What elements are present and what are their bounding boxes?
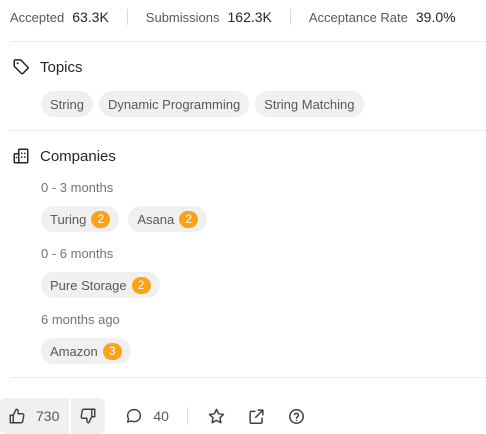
company-chip[interactable]: Turing 2: [41, 206, 120, 232]
acceptance-stat: Acceptance Rate 39.0%: [309, 9, 456, 25]
submissions-stat: Submissions 162.3K: [146, 9, 272, 25]
company-chip[interactable]: Amazon 3: [41, 338, 131, 364]
comments-button[interactable]: 40: [125, 407, 169, 425]
company-name: Amazon: [50, 343, 98, 359]
comment-count: 40: [153, 408, 169, 424]
action-bar: 730 40: [0, 398, 486, 434]
companies-header[interactable]: Companies: [12, 147, 116, 165]
topic-chip[interactable]: String: [41, 91, 93, 117]
tag-icon: [12, 58, 30, 76]
footer-divider: [186, 407, 188, 425]
vote-group: 730: [0, 398, 106, 434]
company-name: Pure Storage: [50, 277, 127, 293]
company-period-label: 0 - 3 months: [41, 180, 114, 195]
favorite-button[interactable]: [202, 401, 232, 431]
company-count-badge: 3: [102, 342, 122, 360]
accepted-stat: Accepted 63.3K: [10, 9, 109, 25]
star-icon: [207, 407, 226, 426]
thumbs-up-icon: [8, 407, 26, 425]
stat-divider: [126, 9, 128, 25]
submissions-value: 162.3K: [227, 9, 272, 25]
share-icon: [247, 407, 266, 426]
company-period-label: 6 months ago: [41, 312, 120, 327]
company-name: Asana: [137, 211, 175, 227]
topic-chip[interactable]: Dynamic Programming: [98, 91, 250, 117]
like-button[interactable]: 730: [0, 398, 70, 434]
company-chip[interactable]: Pure Storage 2: [41, 272, 160, 298]
topics-header[interactable]: Topics: [12, 58, 83, 76]
thumbs-down-icon: [79, 407, 97, 425]
building-icon: [12, 147, 30, 165]
accepted-label: Accepted: [10, 9, 65, 25]
share-button[interactable]: [242, 401, 272, 431]
like-count: 730: [36, 408, 60, 424]
help-button[interactable]: [282, 401, 312, 431]
accepted-value: 63.3K: [72, 9, 109, 25]
company-list: Turing 2 Asana 2: [41, 206, 208, 232]
section-divider: [10, 41, 486, 42]
section-divider: [10, 130, 486, 131]
company-list: Amazon 3: [41, 338, 131, 364]
company-list: Pure Storage 2: [41, 272, 160, 298]
topic-chip[interactable]: String Matching: [255, 91, 364, 117]
stat-divider: [289, 9, 291, 25]
section-divider: [10, 377, 486, 378]
companies-title: Companies: [40, 147, 116, 165]
help-icon: [287, 407, 306, 426]
submissions-label: Submissions: [145, 9, 220, 25]
company-count-badge: 2: [131, 276, 151, 294]
stats-bar: Accepted 63.3K Submissions 162.3K Accept…: [0, 0, 486, 34]
topics-title: Topics: [40, 58, 83, 76]
acceptance-label: Acceptance Rate: [308, 9, 408, 25]
company-count-badge: 2: [179, 210, 199, 228]
company-name: Turing: [50, 211, 87, 227]
acceptance-value: 39.0%: [415, 9, 456, 25]
company-period-label: 0 - 6 months: [41, 246, 114, 261]
company-count-badge: 2: [91, 210, 111, 228]
dislike-button[interactable]: [71, 398, 106, 434]
comment-icon: [125, 407, 143, 425]
company-chip[interactable]: Asana 2: [128, 206, 208, 232]
topics-list: String Dynamic Programming String Matchi…: [41, 91, 364, 117]
